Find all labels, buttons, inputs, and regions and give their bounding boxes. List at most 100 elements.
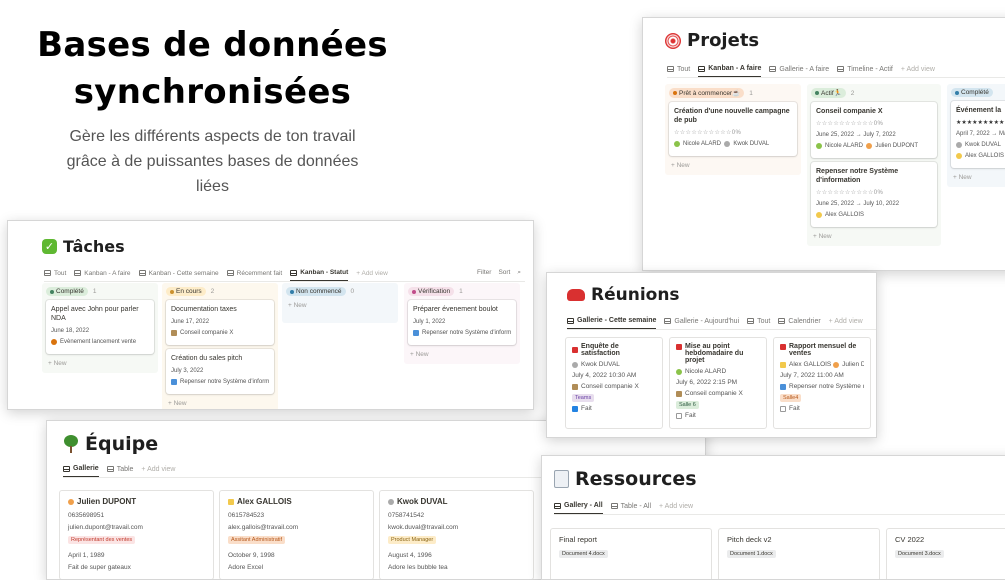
avatar-icon: [724, 141, 731, 147]
meeting-title: Rapport mensuel de ventes: [789, 343, 857, 357]
add-view-button[interactable]: + Add view: [829, 314, 863, 329]
new-card-button[interactable]: + New: [408, 349, 516, 360]
done-checkbox[interactable]: [572, 406, 578, 412]
status-label: Actif🏃: [821, 90, 842, 97]
card-date: July 3, 2022: [171, 368, 204, 374]
avatar-icon: [674, 141, 680, 147]
new-card-button[interactable]: + New: [166, 398, 274, 409]
person-name: Kwok DUVAL: [965, 142, 1001, 148]
pencil-icon: [780, 362, 786, 368]
gallery-icon: [567, 317, 574, 324]
progress-value: 0%: [873, 121, 884, 127]
done-checkbox[interactable]: [780, 406, 786, 412]
gallery-icon: [554, 502, 561, 509]
tab-kanban-a-faire[interactable]: Kanban - A faire: [74, 266, 131, 281]
hero-subtitle-line1: Gère les différents aspects de ton trava…: [69, 128, 356, 145]
status-dot: [290, 289, 294, 294]
status-pill: Complété: [46, 287, 88, 296]
new-card-button[interactable]: + New: [286, 300, 394, 311]
tab-table[interactable]: Table: [106, 462, 133, 477]
tab-table-all[interactable]: Table - All: [610, 499, 651, 514]
sort-button[interactable]: Sort: [498, 269, 510, 277]
card-title: Conseil companie X: [816, 108, 883, 115]
task-card[interactable]: Préparer évenement boulot July 1, 2022 R…: [408, 300, 516, 345]
team-card[interactable]: Alex GALLOIS 0615784523 alex.gallois@tra…: [219, 490, 374, 579]
tab-label: Calendrier: [788, 317, 821, 325]
person-name: Kwok DUVAL: [733, 141, 770, 147]
person-name: Alex GALLOIS: [825, 212, 865, 218]
location-tag: Teams: [572, 394, 595, 402]
tab-gallery-all[interactable]: Gallery - All: [554, 498, 603, 514]
tab-tout[interactable]: Tout: [44, 266, 66, 281]
member-phone: 0758741542: [388, 512, 425, 519]
equipe-title-text: Équipe: [85, 433, 159, 455]
status-dot: [412, 289, 416, 294]
tab-gallerie-a-faire[interactable]: Gallerie - A faire: [769, 62, 829, 77]
project-card[interactable]: Événement la ★★★★★★★★★★ April 7, 2022 → …: [951, 101, 1005, 168]
status-label: Non commencé: [296, 288, 342, 295]
search-icon[interactable]: ⌕: [517, 269, 521, 277]
team-card[interactable]: Kwok DUVAL 0758741542 kwok.duval@travail…: [379, 490, 534, 579]
card-date: June 17, 2022: [171, 319, 210, 325]
tab-label: Timeline - Actif: [847, 65, 893, 73]
status-dot: [170, 289, 174, 294]
project-card[interactable]: Repenser notre Système d'information ☆☆☆…: [811, 162, 937, 227]
new-card-button[interactable]: + New: [46, 358, 154, 369]
add-view-button[interactable]: + Add view: [141, 462, 175, 477]
task-card[interactable]: Documentation taxes June 17, 2022 Consei…: [166, 300, 274, 345]
location-tag: Salle4: [780, 394, 802, 402]
meeting-card[interactable]: Rapport mensuel de ventes Alex GALLOIS J…: [773, 337, 871, 429]
tab-label: Kanban - A faire: [708, 65, 762, 72]
tab-label: Kanban - A faire: [84, 269, 131, 277]
add-view-button[interactable]: + Add view: [901, 62, 935, 77]
resource-card[interactable]: Pitch deck v2 Document 1.docx: [718, 528, 880, 579]
filter-button[interactable]: Filter: [477, 269, 491, 277]
document-icon: [413, 330, 419, 336]
member-note: Fait de super gateaux: [68, 564, 131, 571]
tab-tout[interactable]: Tout: [667, 62, 690, 77]
tab-gallerie[interactable]: Gallerie: [63, 461, 99, 477]
board-icon: [74, 270, 82, 276]
taches-title-text: Tâches: [63, 237, 125, 256]
new-card-button[interactable]: + New: [669, 160, 797, 171]
project-card[interactable]: Création d'une nouvelle campagne de pub …: [669, 102, 797, 156]
projets-title: Projets: [643, 18, 1005, 51]
new-card-button[interactable]: + New: [951, 172, 1005, 183]
avatar-icon: [816, 212, 822, 218]
avatar-icon: [956, 142, 962, 148]
add-view-label: + Add view: [659, 502, 694, 510]
resource-card[interactable]: CV 2022 Document 3.docx: [886, 528, 1005, 579]
add-view-button[interactable]: + Add view: [659, 499, 693, 514]
hero-subtitle: Gère les différents aspects de ton trava…: [40, 124, 385, 199]
status-pill: Actif🏃: [811, 88, 846, 98]
document-icon: [171, 379, 177, 385]
reunions-title: Réunions: [547, 273, 876, 305]
project-card[interactable]: Conseil companie X ☆☆☆☆☆☆☆☆☆☆ 0% June 25,…: [811, 102, 937, 158]
meeting-card[interactable]: Enquête de satisfaction Kwok DUVAL July …: [565, 337, 663, 429]
resource-card[interactable]: Final report Document 4.docx: [550, 528, 712, 579]
tab-gallerie-aujourdhui[interactable]: Gallerie - Aujourd'hui: [664, 314, 739, 329]
column-count: 1: [92, 288, 97, 295]
tab-kanban-a-faire[interactable]: Kanban - A faire: [698, 61, 762, 77]
status-pill: En cours: [166, 287, 206, 296]
task-card[interactable]: Création du sales pitch July 3, 2022 Rep…: [166, 349, 274, 394]
done-checkbox[interactable]: [676, 413, 682, 419]
related-project: Évènement lancement vente: [60, 339, 137, 345]
done-label: Fait: [581, 405, 592, 412]
member-note: Adore Excel: [228, 564, 264, 571]
reunions-screenshot: Réunions Gallerie - Cette semaine Galler…: [546, 272, 877, 438]
tab-tout[interactable]: Tout: [747, 314, 770, 329]
add-view-button[interactable]: + Add view: [356, 266, 388, 281]
team-card[interactable]: Julien DUPONT 0635698951 julien.dupont@t…: [59, 490, 214, 579]
tab-label: Kanban - Cette semaine: [148, 269, 219, 277]
tab-calendrier[interactable]: Calendrier: [778, 314, 821, 329]
tab-gallerie-cette-semaine[interactable]: Gallerie - Cette semaine: [567, 313, 657, 329]
tab-kanban-cette-semaine[interactable]: Kanban - Cette semaine: [138, 266, 219, 281]
tab-recemment-fait[interactable]: Récemment fait: [226, 266, 282, 281]
meeting-card[interactable]: Mise au point hebdomadaire du projet Nic…: [669, 337, 767, 429]
tab-kanban-statut[interactable]: Kanban - Statut: [290, 265, 349, 281]
new-card-button[interactable]: + New: [811, 231, 937, 242]
projets-board: Prêt à commencer☕ 1 Création d'une nouvel…: [665, 84, 1005, 270]
task-card[interactable]: Appel avec John pour parler NDA June 18,…: [46, 300, 154, 354]
tab-timeline-actif[interactable]: Timeline - Actif: [837, 62, 893, 77]
